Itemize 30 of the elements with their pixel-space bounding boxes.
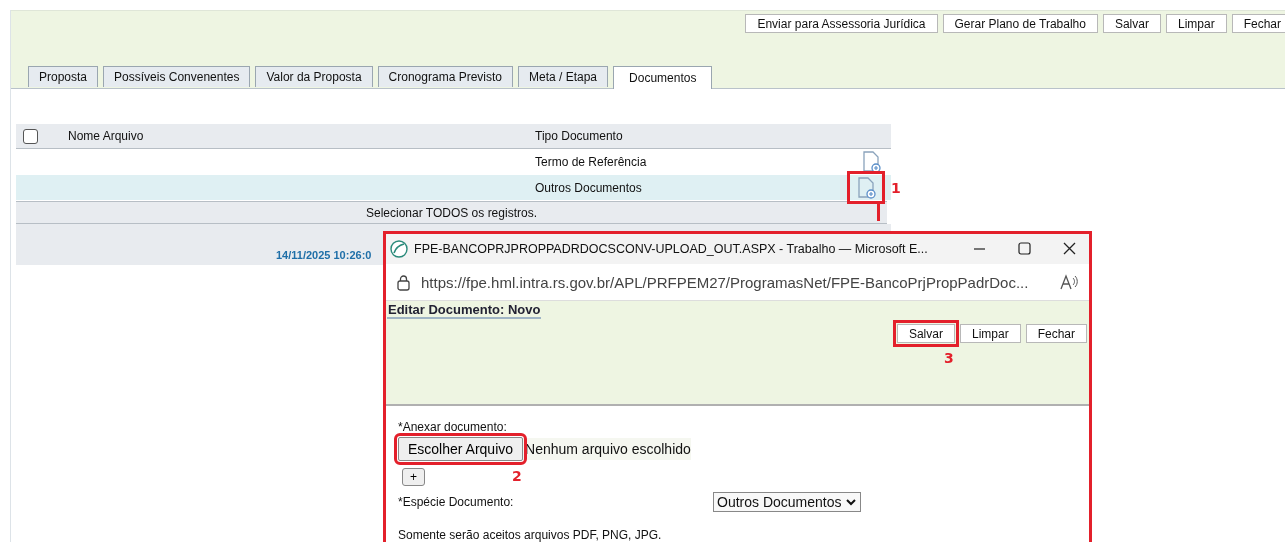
step-number: 2 bbox=[512, 468, 522, 484]
url-text: https://fpe.hml.intra.rs.gov.br/APL/PRFPEM27/ProgramasNet/FPE-BancoPrjPropPadrDoc... bbox=[421, 273, 1030, 291]
tab[interactable]: Proposta bbox=[28, 66, 99, 87]
step-number: 1 bbox=[891, 179, 901, 196]
toolbar-button[interactable]: Gerar Plano de Trabalho bbox=[942, 14, 1098, 33]
tab[interactable]: Meta / Etapa bbox=[518, 66, 609, 87]
window-title: FPE-BANCOPRJPROPPADRDOCSCONV-UPLOAD_OUT.ASPX - Trabalho — Microsoft E... bbox=[414, 242, 929, 256]
form-button[interactable]: Limpar bbox=[959, 324, 1021, 343]
help-text: Somente serão aceitos arquivos PDF, PNG, JPG. bbox=[398, 528, 663, 542]
form-button[interactable]: Fechar bbox=[1025, 324, 1087, 343]
tab[interactable]: Documentos bbox=[613, 66, 713, 89]
field-label: *Espécie Documento: bbox=[398, 495, 515, 509]
timestamp: 14/11/2025 10:26:0 bbox=[276, 249, 372, 261]
form-heading: Editar Documento: Novo bbox=[387, 301, 542, 319]
table-cell-text: Outros Documentos bbox=[535, 180, 643, 195]
column-header: Nome Arquivo bbox=[68, 129, 145, 143]
toolbar-button[interactable]: Enviar para Assessoria Jurídica bbox=[745, 14, 938, 33]
toolbar-button[interactable]: Salvar bbox=[1102, 14, 1161, 33]
select-all-link[interactable]: Selecionar TODOS os registros. bbox=[16, 201, 887, 224]
step-number: 3 bbox=[943, 350, 954, 366]
field-label: *Anexar documento: bbox=[398, 420, 508, 434]
add-button[interactable]: + bbox=[402, 468, 425, 486]
tab[interactable]: Possíveis Convenentes bbox=[103, 66, 251, 87]
tab[interactable]: Valor da Proposta bbox=[255, 66, 373, 87]
column-header: Tipo Documento bbox=[535, 129, 624, 143]
document-type-dropdown[interactable]: Outros Documentos bbox=[713, 492, 861, 512]
tab[interactable]: Cronograma Previsto bbox=[377, 66, 513, 87]
table-cell-text: Termo de Referência bbox=[535, 154, 648, 169]
toolbar-button[interactable]: Limpar bbox=[1165, 14, 1227, 33]
toolbar-button[interactable]: Fechar bbox=[1231, 14, 1285, 33]
